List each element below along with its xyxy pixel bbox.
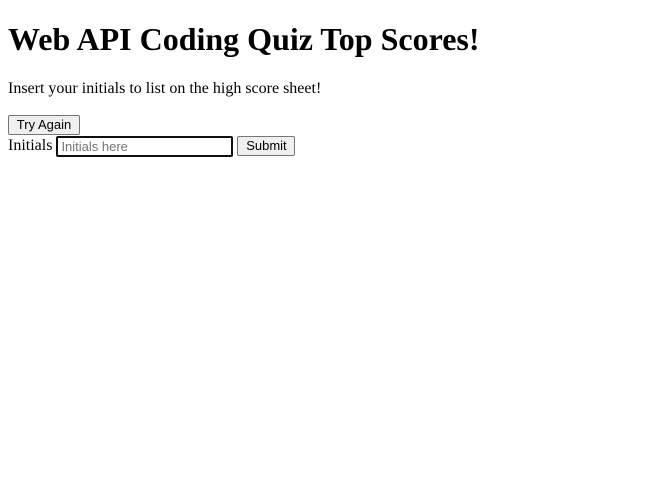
initials-form: Initials Submit (8, 135, 296, 157)
instructions-text: Insert your initials to list on the high… (8, 80, 322, 97)
initials-label: Initials (8, 137, 53, 154)
submit-button[interactable]: Submit (237, 136, 296, 156)
page-title: Web API Coding Quiz Top Scores! (8, 21, 480, 57)
try-again-button[interactable]: Try Again (8, 115, 80, 135)
initials-input[interactable] (56, 135, 234, 157)
